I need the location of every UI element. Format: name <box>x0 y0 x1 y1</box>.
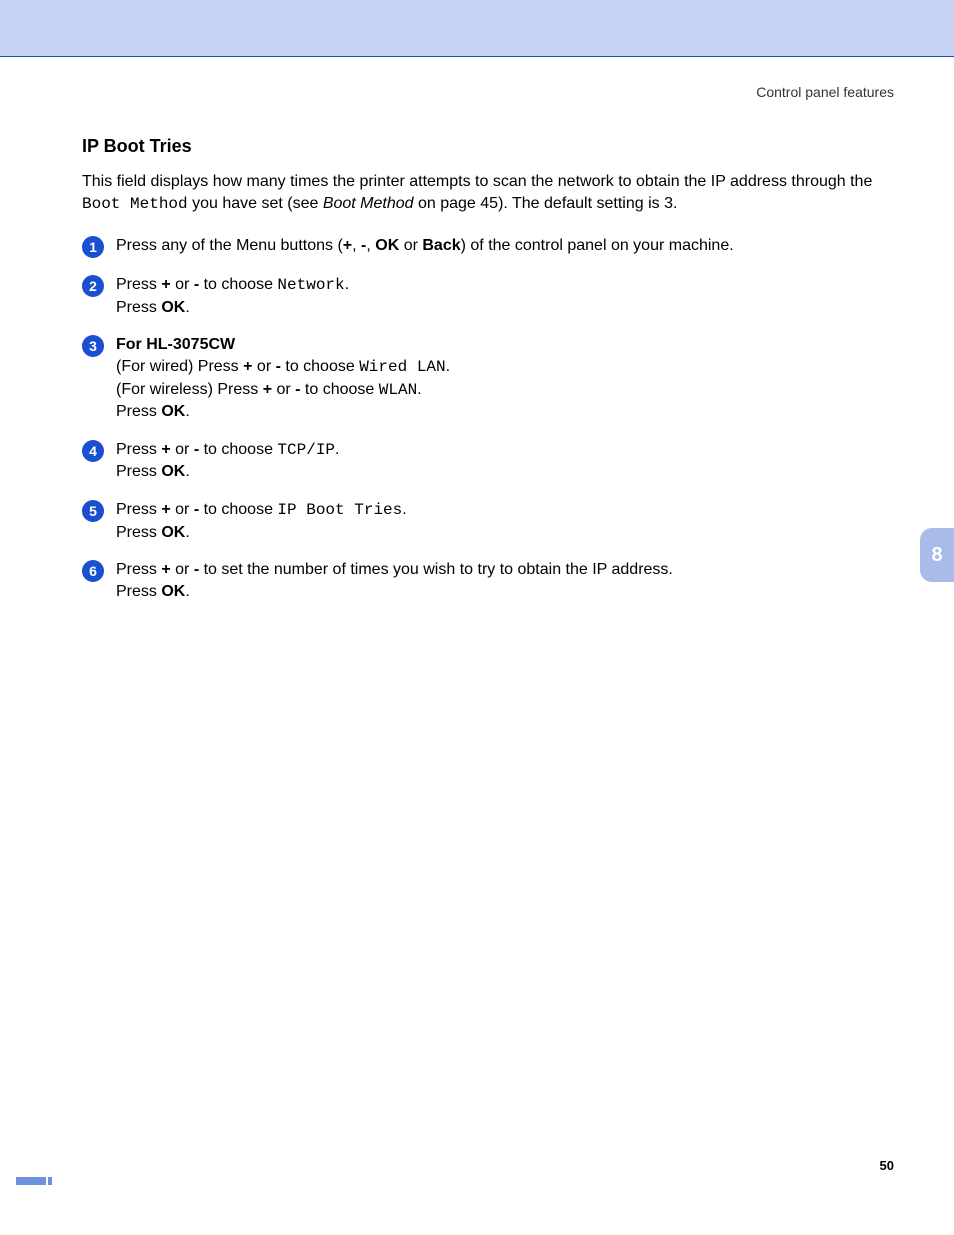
step-text: OK <box>161 403 185 420</box>
step-text: . <box>185 403 189 420</box>
step-text: ) of the control panel on your machine. <box>461 237 734 254</box>
step-number-icon: 6 <box>82 560 104 582</box>
step-text: Press <box>116 441 161 458</box>
intro-text: on page 45). The default setting is 3. <box>414 195 678 212</box>
step-text: or <box>171 276 194 293</box>
step-text: to choose <box>300 381 378 398</box>
step-text: . <box>402 501 406 518</box>
step-item: 2Press + or - to choose Network.Press OK… <box>82 274 882 318</box>
intro-text: This field displays how many times the p… <box>82 173 872 190</box>
step-body: For HL-3075CW(For wired) Press + or - to… <box>116 334 450 422</box>
step-text: OK <box>161 299 185 316</box>
step-text: . <box>185 299 189 316</box>
intro-text: you have set (see <box>188 195 323 212</box>
step-text: . <box>185 583 189 600</box>
step-text: , <box>352 237 361 254</box>
step-text: or <box>171 441 194 458</box>
step-text: or <box>171 561 194 578</box>
step-text: OK <box>161 524 185 541</box>
boot-method-mono: Boot Method <box>82 195 188 213</box>
step-item: 4Press + or - to choose TCP/IP.Press OK. <box>82 439 882 483</box>
step-text: + <box>263 381 272 398</box>
section-title: IP Boot Tries <box>82 136 882 157</box>
step-text: . <box>335 441 339 458</box>
step-text: + <box>161 276 170 293</box>
step-text: IP Boot Tries <box>277 501 402 519</box>
step-text: + <box>161 441 170 458</box>
step-text: + <box>343 237 352 254</box>
footer-accent <box>48 1177 52 1185</box>
step-text: Press <box>116 463 161 480</box>
step-text: to choose <box>281 358 359 375</box>
step-text: Network <box>277 276 344 294</box>
step-text: . <box>185 524 189 541</box>
step-item: 5 Press + or - to choose IP Boot Tries.Pr… <box>82 499 882 543</box>
step-item: 1 Press any of the Menu buttons (+, -, OK… <box>82 235 882 258</box>
step-text: or <box>272 381 295 398</box>
step-text: . <box>446 358 450 375</box>
step-text: + <box>161 501 170 518</box>
step-number-icon: 1 <box>82 236 104 258</box>
step-text: Press <box>116 403 161 420</box>
step-number-icon: 4 <box>82 440 104 462</box>
step-text: OK <box>161 463 185 480</box>
step-text: Press <box>116 299 161 316</box>
step-text: , <box>366 237 375 254</box>
step-text: WLAN <box>379 381 417 399</box>
step-body: Press + or - to choose TCP/IP.Press OK. <box>116 439 339 483</box>
step-text: Back <box>422 237 460 254</box>
step-body: Press + or - to choose Network.Press OK. <box>116 274 349 318</box>
step-text: Press <box>116 501 161 518</box>
steps-list: 1 Press any of the Menu buttons (+, -, OK… <box>82 235 882 602</box>
step-text: Wired LAN <box>359 358 445 376</box>
step-text: . <box>185 463 189 480</box>
step-item: 3For HL-3075CW(For wired) Press + or - t… <box>82 334 882 422</box>
step-number-icon: 3 <box>82 335 104 357</box>
step-body: Press + or - to set the number of times … <box>116 559 673 602</box>
step-text: TCP/IP <box>277 441 335 459</box>
running-header: Control panel features <box>756 84 894 100</box>
step-item: 6 Press + or - to set the number of times… <box>82 559 882 602</box>
step-text: to choose <box>199 501 277 518</box>
step-text: or <box>252 358 275 375</box>
step-text: or <box>399 237 422 254</box>
step-number-icon: 2 <box>82 275 104 297</box>
page-number: 50 <box>880 1158 894 1173</box>
intro-paragraph: This field displays how many times the p… <box>82 171 882 215</box>
step-text: (For wired) Press <box>116 358 243 375</box>
step-text: or <box>171 501 194 518</box>
step-text: to choose <box>199 441 277 458</box>
step-text: OK <box>161 583 185 600</box>
step-text: For HL-3075CW <box>116 336 235 353</box>
step-text: + <box>161 561 170 578</box>
step-text: Press <box>116 561 161 578</box>
step-text: . <box>417 381 421 398</box>
step-text: to set the number of times you wish to t… <box>199 561 673 578</box>
step-text: (For wireless) Press <box>116 381 263 398</box>
footer-accent <box>16 1177 46 1185</box>
step-body: Press + or - to choose IP Boot Tries.Pre… <box>116 499 407 543</box>
step-text: Press <box>116 524 161 541</box>
top-banner <box>0 0 954 57</box>
step-text: OK <box>375 237 399 254</box>
step-body: Press any of the Menu buttons (+, -, OK … <box>116 235 734 257</box>
step-text: . <box>345 276 349 293</box>
boot-method-italic: Boot Method <box>323 195 414 212</box>
page-content: IP Boot Tries This field displays how ma… <box>82 136 882 618</box>
step-text: Press <box>116 276 161 293</box>
chapter-tab: 8 <box>920 528 954 582</box>
step-text: Press <box>116 583 161 600</box>
step-number-icon: 5 <box>82 500 104 522</box>
step-text: to choose <box>199 276 277 293</box>
step-text: Press any of the Menu buttons ( <box>116 237 343 254</box>
